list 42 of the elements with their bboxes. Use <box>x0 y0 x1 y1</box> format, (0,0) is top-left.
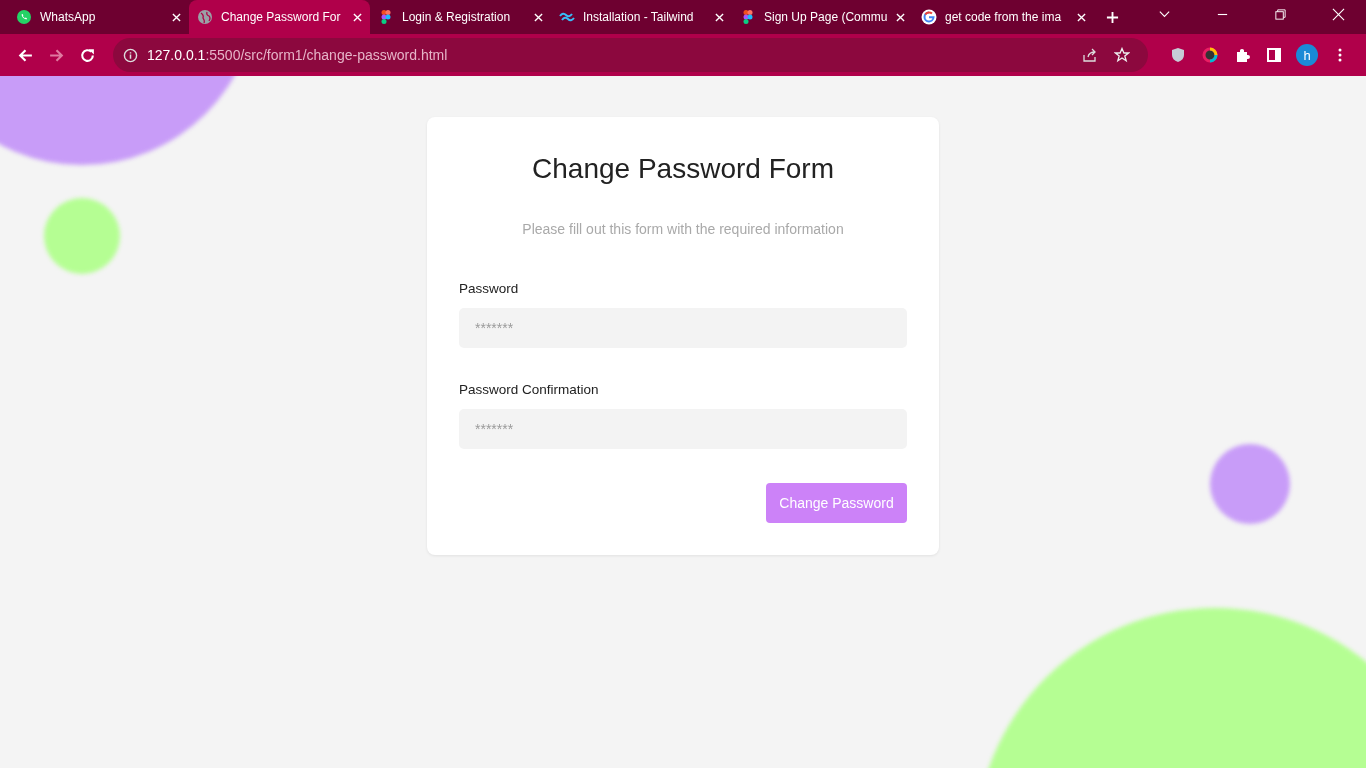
star-icon[interactable] <box>1114 47 1130 63</box>
profile-avatar[interactable]: h <box>1296 44 1318 66</box>
puzzle-icon[interactable] <box>1234 47 1250 63</box>
close-icon[interactable] <box>1332 7 1345 21</box>
close-icon[interactable] <box>172 12 181 22</box>
browser-tab[interactable]: get code from the ima <box>913 0 1094 34</box>
form-title: Change Password Form <box>531 153 835 185</box>
tab-title: Installation - Tailwind <box>583 10 695 24</box>
shield-icon[interactable] <box>1170 47 1186 63</box>
close-icon[interactable] <box>1077 12 1086 22</box>
reload-icon[interactable] <box>79 46 96 64</box>
field-label: Password <box>459 281 520 296</box>
close-icon[interactable] <box>534 12 543 22</box>
color-ring-icon[interactable] <box>1202 47 1218 63</box>
close-icon[interactable] <box>715 12 724 22</box>
tab-title: Login & Registration <box>402 10 512 24</box>
browser-tab[interactable]: Installation - Tailwind <box>551 0 732 34</box>
tab-title: WhatsApp <box>40 10 97 24</box>
plus-icon[interactable] <box>1106 10 1119 24</box>
info-icon <box>123 47 138 63</box>
side-panel-icon[interactable] <box>1266 47 1282 63</box>
tab-title: get code from the ima <box>945 10 1063 24</box>
password-field[interactable]: ******* <box>459 308 907 348</box>
close-icon[interactable] <box>896 12 905 22</box>
field-label: Password Confirmation <box>459 382 600 397</box>
address-bar[interactable]: 127.0.0.1:5500/src/form1/change-password.html <box>113 38 1148 72</box>
google-icon <box>921 9 937 25</box>
close-icon[interactable] <box>353 12 362 22</box>
form-subtitle: Please fill out this form with the required information <box>521 221 845 237</box>
url-path: :5500/src/form1/change-password.html <box>205 47 448 63</box>
tab-title: Change Password For <box>221 10 342 24</box>
browser-tab[interactable]: Login & Registration <box>370 0 551 34</box>
share-icon[interactable] <box>1082 47 1098 63</box>
chat-icon <box>16 9 32 25</box>
password-field[interactable]: ******* <box>459 409 907 449</box>
tab-title: Sign Up Page (Commu <box>764 10 888 24</box>
restore-icon[interactable] <box>1274 7 1287 21</box>
url-host: 127.0.0.1 <box>147 47 206 63</box>
browser-tab[interactable]: WhatsApp <box>8 0 189 34</box>
browser-tab[interactable]: Change Password For <box>189 0 370 34</box>
globe-icon <box>197 9 213 25</box>
browser-tab[interactable]: Sign Up Page (Commu <box>732 0 913 34</box>
